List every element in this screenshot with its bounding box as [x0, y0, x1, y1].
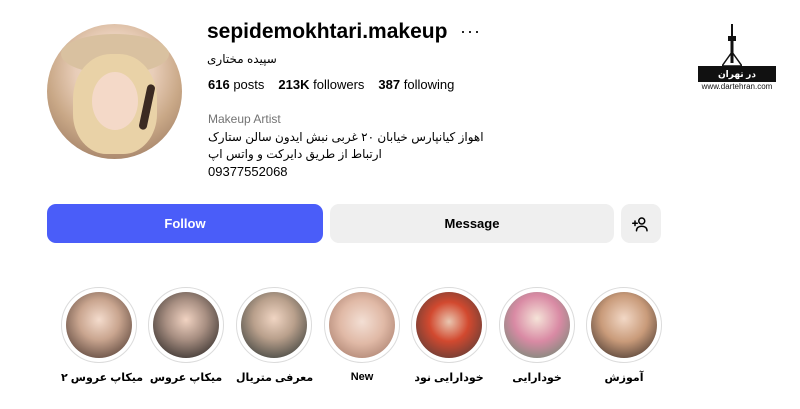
- highlight-label: خودارایی: [512, 372, 562, 384]
- highlight-label: میکاپ عروس ۲: [61, 372, 144, 384]
- highlight-ring: [148, 287, 224, 363]
- highlight-thumbnail: [591, 292, 657, 358]
- highlight-ring: [61, 287, 137, 363]
- highlight-thumbnail: [153, 292, 219, 358]
- following-stat[interactable]: 387 following: [378, 77, 454, 92]
- highlight-item[interactable]: میکاپ عروس ۲: [61, 287, 144, 384]
- highlight-item[interactable]: معرفی متریال: [236, 287, 314, 384]
- highlight-thumbnail: [66, 292, 132, 358]
- message-button[interactable]: Message: [330, 204, 614, 243]
- profile-full-name: سپیده مختاری: [207, 52, 277, 66]
- highlight-thumbnail: [241, 292, 307, 358]
- profile-stats: 616 posts 213K followers 387 following: [208, 77, 454, 92]
- highlight-thumbnail: [504, 292, 570, 358]
- posts-label: posts: [233, 77, 265, 92]
- bio-line-2: ارتباط از طریق دایرکت و واتس اپ: [208, 147, 382, 161]
- add-user-icon: [632, 216, 648, 231]
- following-count: 387: [378, 77, 401, 92]
- highlight-item[interactable]: خودارایی نود: [411, 287, 487, 384]
- following-label: following: [403, 77, 455, 92]
- bio-line-1: اهواز کیانپارس خیابان ۲۰ غربی نبش ایدون …: [208, 130, 484, 144]
- tower-icon: [722, 24, 742, 66]
- followers-count: 213K: [278, 77, 310, 92]
- followers-stat[interactable]: 213K followers: [278, 77, 364, 92]
- profile-avatar[interactable]: [47, 24, 182, 159]
- avatar-face: [92, 72, 138, 130]
- highlight-label: New: [350, 371, 374, 383]
- profile-category: Makeup Artist: [208, 112, 281, 126]
- highlight-ring: [324, 287, 400, 363]
- highlight-item[interactable]: خودارایی: [499, 287, 575, 384]
- highlight-ring: [499, 287, 575, 363]
- highlight-label: خودارایی نود: [414, 372, 484, 384]
- add-user-button[interactable]: [621, 204, 661, 243]
- highlight-ring: [586, 287, 662, 363]
- posts-count: 616: [208, 77, 230, 92]
- highlight-ring: [411, 287, 487, 363]
- highlight-label: میکاپ عروس: [149, 372, 223, 384]
- follow-button[interactable]: Follow: [47, 204, 323, 243]
- highlight-thumbnail: [416, 292, 482, 358]
- highlight-item[interactable]: آموزش: [586, 287, 662, 384]
- more-options-icon[interactable]: ···: [460, 21, 481, 42]
- profile-phone: 09377552068: [208, 164, 288, 179]
- followers-label: followers: [313, 77, 365, 92]
- highlight-item[interactable]: میکاپ عروس: [148, 287, 224, 384]
- posts-stat: 616 posts: [208, 77, 264, 92]
- story-highlights: آموزش خودارایی خودارایی نود New معرفی مت…: [0, 287, 800, 397]
- highlight-label: معرفی متریال: [236, 372, 314, 384]
- watermark-name: در تهران: [698, 66, 776, 82]
- dartehran-watermark: در تهران www.dartehran.com: [692, 22, 782, 92]
- profile-username: sepidemokhtari.makeup: [207, 20, 448, 43]
- highlight-item[interactable]: New: [324, 287, 400, 383]
- highlight-thumbnail: [329, 292, 395, 358]
- highlight-label: آموزش: [604, 372, 644, 384]
- highlight-ring: [236, 287, 312, 363]
- watermark-url: www.dartehran.com: [701, 82, 773, 91]
